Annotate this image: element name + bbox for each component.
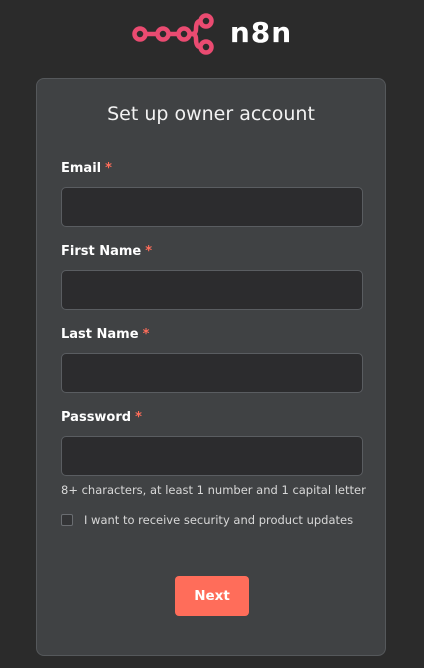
last-name-label-text: Last Name — [61, 327, 139, 342]
password-hint: 8+ characters, at least 1 number and 1 c… — [61, 483, 366, 497]
setup-page: n8n Set up owner account Email * First Na… — [0, 0, 424, 668]
brand-name: n8n — [229, 16, 293, 49]
password-label: Password * — [61, 410, 142, 425]
next-button[interactable]: Next — [175, 576, 249, 616]
required-asterisk: * — [145, 244, 153, 259]
required-asterisk: * — [105, 161, 112, 176]
first-name-input[interactable] — [61, 270, 363, 310]
password-label-text: Password — [61, 410, 132, 425]
updates-checkbox[interactable] — [61, 514, 73, 526]
password-input[interactable] — [61, 436, 363, 476]
updates-checkbox-row[interactable]: I want to receive security and product u… — [61, 513, 353, 527]
last-name-label: Last Name * — [61, 327, 149, 342]
first-name-label-text: First Name — [61, 244, 142, 259]
n8n-logo-icon — [132, 13, 216, 55]
required-asterisk: * — [135, 410, 142, 425]
card-title: Set up owner account — [107, 103, 315, 125]
last-name-input[interactable] — [61, 353, 363, 393]
updates-checkbox-label[interactable]: I want to receive security and product u… — [84, 513, 353, 527]
setup-card: Set up owner account Email * First Name * … — [36, 78, 386, 656]
brand-logo: n8n — [0, 12, 424, 56]
required-asterisk: * — [142, 327, 150, 342]
email-input[interactable] — [61, 187, 363, 227]
email-label: Email * — [61, 161, 112, 176]
first-name-label: First Name * — [61, 244, 152, 259]
email-label-text: Email — [61, 161, 102, 176]
